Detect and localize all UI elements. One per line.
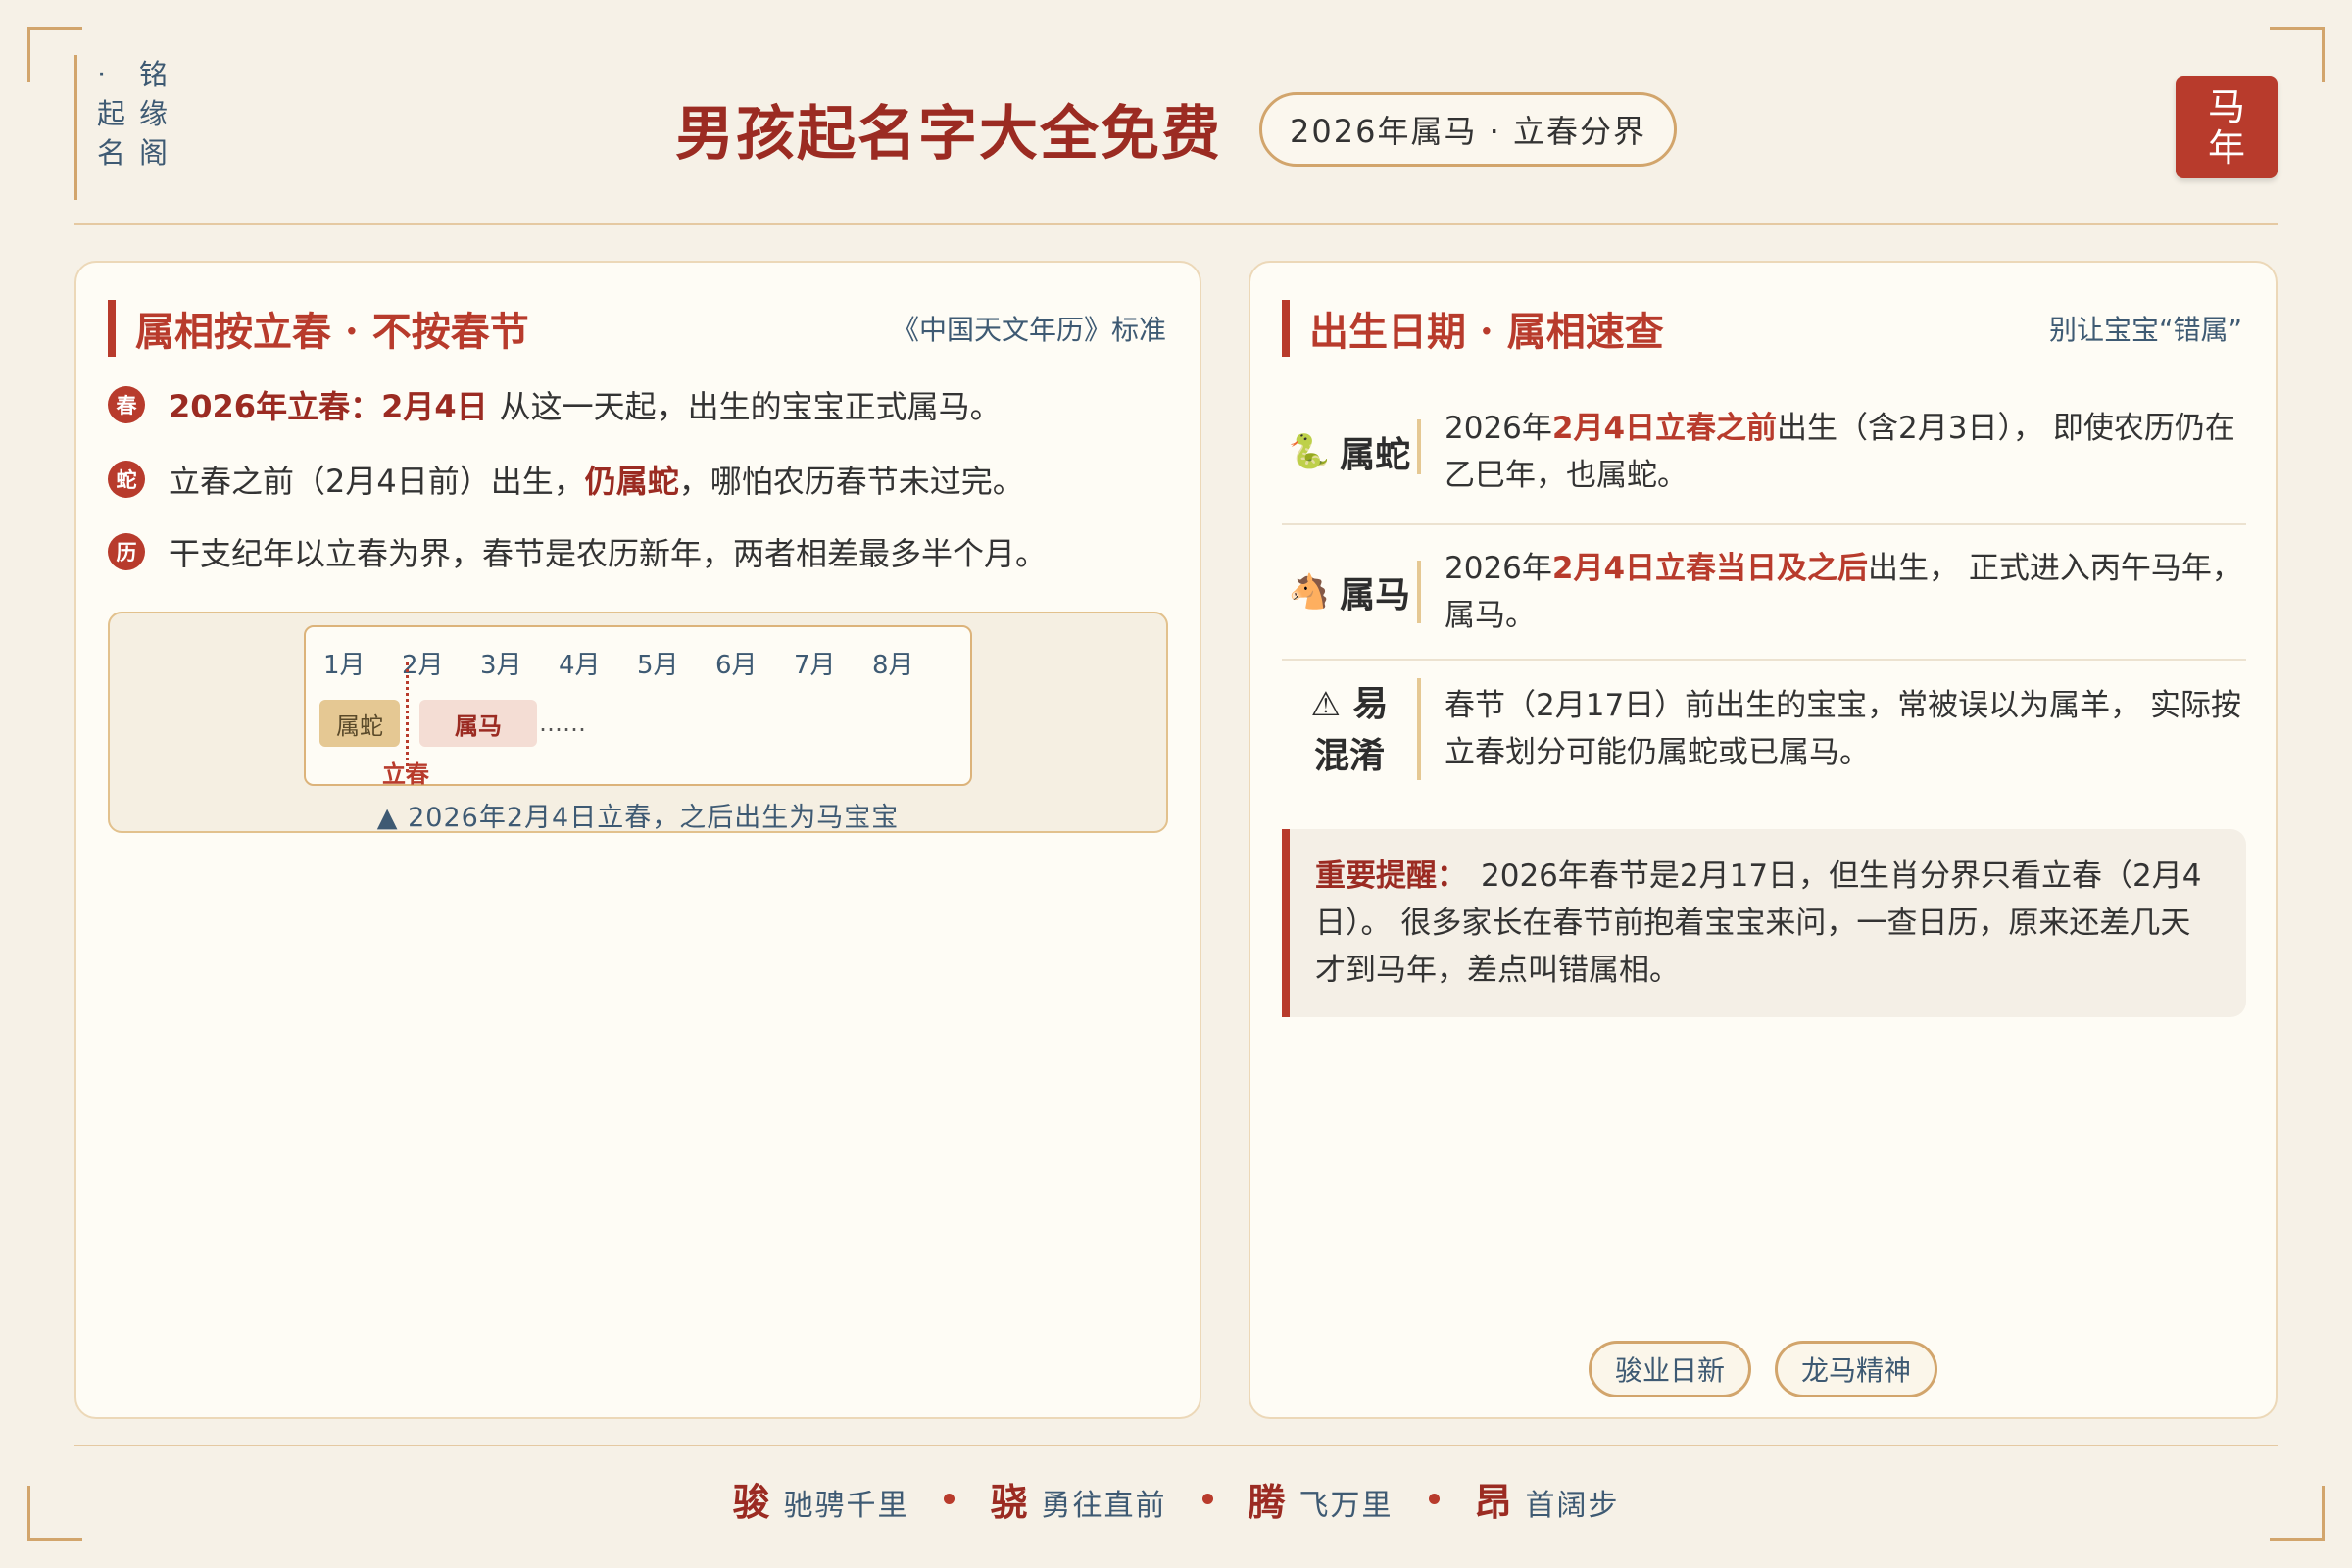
horse-period-bar: 属马 [419,700,537,747]
page-title: 男孩起名字大全免费 [675,100,1223,169]
timeline-track: 1月 2月 3月 4月 5月 6月 7月 8月 属蛇 属马 …… 立春 [304,625,972,788]
footer-separator [944,1494,956,1504]
row-accent-bar [1417,561,1421,623]
important-reminder: 重要提醒： 2026年春节是2月17日，但生肖分界只看立春（2月4日）。 很多家长… [1282,829,2246,1017]
fact-highlight: 2026年立春：2月4日 [169,388,488,425]
month-label: 5月 [637,651,679,680]
footer-text: 驰骋千里 [783,1489,909,1523]
footer-item: 昂 首阔步 [1475,1472,1620,1526]
fact-highlight: 仍属蛇 [584,463,679,500]
fact-text: 从这一天起，出生的宝宝正式属马。 [499,388,1002,425]
panel-header: 出生日期 · 属相速查 别让宝宝“错属” [1282,300,2242,357]
zodiac-lookup-panel: 出生日期 · 属相速查 别让宝宝“错属” 🐍 属蛇 2026年2月4日立春之前出… [1249,261,2278,1419]
timeline-diagram: 1月 2月 3月 4月 5月 6月 7月 8月 属蛇 属马 …… 立春 ▲ 20… [108,612,1168,833]
reminder-label: 重要提醒： [1315,858,1467,894]
month-label: 7月 [794,651,836,680]
fact-text: ，哪怕农历春节未过完。 [678,463,1024,500]
zodiac-label: 🐴 属马 [1282,566,1417,617]
zodiac-name: 属蛇 [1340,434,1411,475]
zodiac-description: 2026年2月4日立春之前出生（含2月3日）， 即使农历仍在乙巳年，也属蛇。 [1445,405,2246,499]
footer-char: 骁 [990,1480,1028,1524]
badge-char: 马 [2207,85,2245,128]
spring-icon: 春 [108,386,145,423]
footer-blessings: 骏 驰骋千里 骁 勇往直前 腾 飞万里 昂 首阔步 [0,1472,2352,1526]
footer-text: 飞万里 [1298,1489,1394,1523]
fact-item: 历 干支纪年以立春为界，春节是农历新年，两者相差最多半个月。 [108,529,1047,574]
footer-char: 昂 [1474,1480,1512,1524]
header-divider [74,223,2278,225]
zodiac-label: ⚠ 易 混淆 [1282,680,1417,779]
snake-period-bar: 属蛇 [319,700,400,747]
zodiac-name: 易 [1352,682,1389,724]
month-label: 8月 [872,651,914,680]
tag-pill: 骏业日新 [1588,1341,1751,1397]
panel-note: 别让宝宝“错属” [2048,314,2242,346]
month-label: 4月 [559,651,601,680]
desc-highlight: 2月4日立春之前 [1551,411,1778,446]
timeline-caption: ▲ 2026年2月4日立春，之后出生为马宝宝 [376,803,900,833]
snake-icon: 🐍 [1288,432,1331,471]
page-header: 男孩起名字大全免费 2026年属马 · 立春分界 [0,86,2352,172]
footer-text: 首阔步 [1525,1489,1620,1523]
timeline-continuation: …… [539,710,586,737]
fact-item: 春 2026年立春：2月4日 从这一天起，出生的宝宝正式属马。 [108,382,1002,427]
desc-text: 2026年 [1445,551,1552,586]
fact-item: 蛇 立春之前（2月4日前）出生， 仍属蛇 ，哪怕农历春节未过完。 [108,457,1024,502]
month-label: 6月 [715,651,758,680]
panel-note: 《中国天文年历》标准 [891,314,1166,346]
month-label: 1月 [323,651,366,680]
zodiac-name: 属马 [1340,574,1411,615]
footer-divider [74,1445,2278,1446]
footer-separator [1428,1494,1440,1504]
footer-separator [1201,1494,1213,1504]
zodiac-label: 🐍 属蛇 [1282,426,1417,477]
zodiac-name: 混淆 [1313,734,1385,776]
panel-title: 出生日期 · 属相速查 [1282,300,1664,357]
snake-icon: 蛇 [108,461,145,498]
footer-text: 勇往直前 [1041,1489,1167,1523]
tag-pill: 龙马精神 [1775,1341,1938,1397]
year-pill: 2026年属马 · 立春分界 [1259,91,1677,167]
zodiac-row-horse: 🐴 属马 2026年2月4日立春当日及之后出生， 正式进入丙午马年，属马。 [1282,525,2246,661]
month-label: 3月 [480,651,522,680]
desc-text: 2026年 [1445,411,1552,446]
horse-icon: 🐴 [1288,572,1331,612]
footer-item: 腾 飞万里 [1249,1472,1394,1526]
corner-top-right [2270,27,2325,82]
calendar-icon: 历 [108,533,145,570]
lichun-marker-label: 立春 [382,760,429,788]
panel-header: 属相按立春 · 不按春节 《中国天文年历》标准 [108,300,1166,357]
fact-text: 干支纪年以立春为界，春节是农历新年，两者相差最多半个月。 [169,535,1048,572]
footer-char: 骏 [732,1480,770,1524]
footer-char: 腾 [1248,1480,1286,1524]
fact-text: 立春之前（2月4日前）出生， [169,463,585,500]
badge-char: 年 [2207,126,2245,170]
horse-year-badge: 马 年 [2176,76,2278,178]
desc-highlight: 2月4日立春当日及之后 [1551,551,1869,586]
lichun-panel: 属相按立春 · 不按春节 《中国天文年历》标准 春 2026年立春：2月4日 从… [74,261,1201,1419]
footer-item: 骁 勇往直前 [990,1472,1166,1526]
blessing-tags: 骏业日新 龙马精神 [1250,1341,2276,1397]
zodiac-row-snake: 🐍 属蛇 2026年2月4日立春之前出生（含2月3日）， 即使农历仍在乙巳年，也… [1282,390,2246,525]
zodiac-description: 2026年2月4日立春当日及之后出生， 正式进入丙午马年，属马。 [1445,545,2246,639]
footer-item: 骏 驰骋千里 [732,1472,908,1526]
panel-title: 属相按立春 · 不按春节 [108,300,529,357]
zodiac-row-confusion: ⚠ 易 混淆 春节（2月17日）前出生的宝宝，常被误以为属羊， 实际按立春划分可… [1282,670,2246,788]
zodiac-description: 春节（2月17日）前出生的宝宝，常被误以为属羊， 实际按立春划分可能仍属蛇或已属… [1445,688,2242,770]
warning-icon: ⚠ [1310,684,1341,724]
row-accent-bar [1417,678,1421,780]
label-line: ⚠ 易 [1310,680,1388,728]
row-accent-bar [1417,419,1421,474]
